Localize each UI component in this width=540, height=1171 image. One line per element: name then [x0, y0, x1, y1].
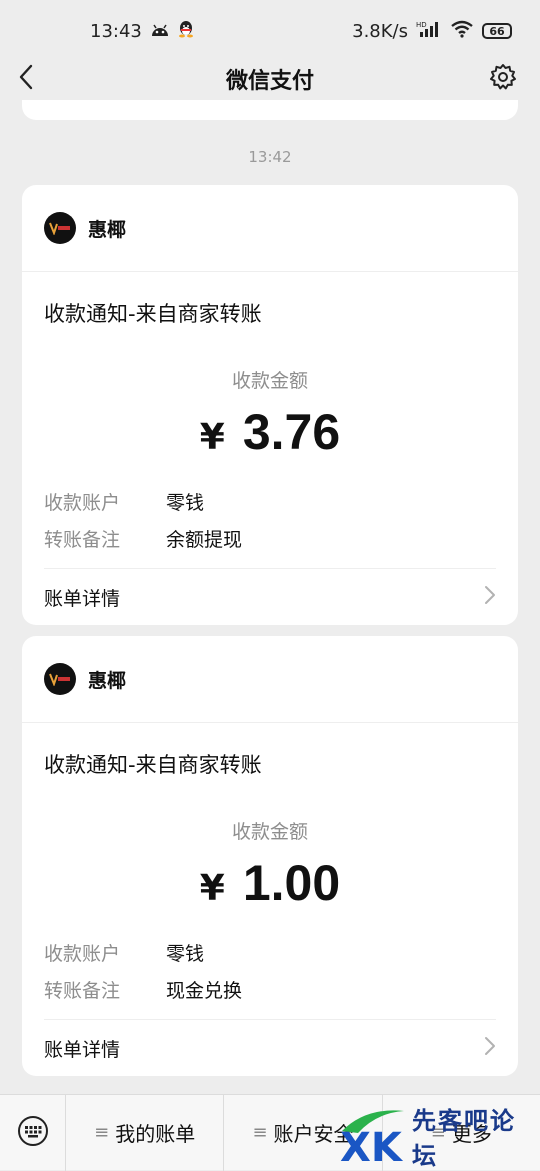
menu-account-security[interactable]: ≡ 账户安全 — [224, 1094, 383, 1171]
chevron-right-icon — [484, 1036, 496, 1061]
status-bar: 13:43 3.8K/s HD 66 — [0, 0, 540, 62]
chevron-right-icon — [484, 585, 496, 610]
menu-label: 我的账单 — [115, 1122, 196, 1146]
detail-row: 转账备注 余额提现 — [22, 520, 518, 557]
status-time: 13:43 — [90, 20, 142, 42]
keyboard-toggle-button[interactable] — [0, 1094, 66, 1171]
keyboard-icon — [17, 1115, 49, 1151]
amount-value: 3.76 — [242, 404, 341, 460]
merchant-name[interactable]: 惠椰 — [88, 215, 126, 242]
menu-more[interactable]: ≡ 更多 — [383, 1095, 540, 1171]
page-title: 微信支付 — [225, 69, 314, 94]
merchant-avatar[interactable] — [44, 663, 76, 695]
detail-row: 转账备注 现金兑换 — [22, 971, 518, 1008]
menu-lines-icon: ≡ — [430, 1122, 446, 1143]
payment-notification-card[interactable]: 惠椰 收款通知-来自商家转账 收款金额 ¥ 3.76 收款账户 零钱 转账备注 … — [22, 185, 518, 625]
notification-title: 收款通知-来自商家转账 — [44, 753, 262, 777]
menu-label: 更多 — [451, 1122, 492, 1146]
bill-details-link[interactable]: 账单详情 — [44, 1019, 496, 1076]
bottom-menu-bar: ≡ 我的账单 ≡ 账户安全 ≡ 更多 — [0, 1094, 540, 1171]
card-header[interactable]: 惠椰 — [22, 636, 518, 723]
menu-lines-icon: ≡ — [94, 1122, 110, 1143]
detail-value: 零钱 — [166, 492, 205, 514]
gear-icon — [489, 63, 517, 95]
detail-label: 转账备注 — [44, 529, 121, 551]
message-timestamp: 13:42 — [248, 148, 292, 166]
svg-text:HD: HD — [416, 21, 427, 29]
amount-display: ¥ 3.76 — [22, 403, 518, 461]
card-header[interactable]: 惠椰 — [22, 185, 518, 272]
detail-label: 收款账户 — [44, 943, 121, 965]
menu-my-bills[interactable]: ≡ 我的账单 — [66, 1094, 225, 1171]
back-button[interactable] — [18, 64, 48, 94]
amount-display: ¥ 1.00 — [22, 854, 518, 912]
detail-value: 零钱 — [166, 943, 205, 965]
bill-details-link[interactable]: 账单详情 — [44, 568, 496, 625]
settings-button[interactable] — [488, 64, 518, 94]
bill-details-label: 账单详情 — [44, 587, 121, 610]
currency-symbol: ¥ — [199, 417, 225, 458]
qq-icon — [178, 20, 194, 43]
network-speed: 3.8K/s — [352, 20, 408, 42]
detail-label: 收款账户 — [44, 492, 121, 514]
previous-card — [22, 100, 518, 120]
menu-lines-icon: ≡ — [252, 1122, 268, 1143]
battery-icon: 66 — [482, 23, 512, 39]
detail-row: 收款账户 零钱 — [22, 483, 518, 520]
notification-title: 收款通知-来自商家转账 — [44, 302, 262, 326]
detail-value: 余额提现 — [166, 529, 243, 551]
android-icon — [150, 21, 170, 42]
detail-label: 转账备注 — [44, 980, 121, 1002]
currency-symbol: ¥ — [199, 868, 225, 909]
detail-value: 现金兑换 — [166, 980, 243, 1002]
menu-label: 账户安全 — [273, 1122, 354, 1146]
wifi-icon — [450, 20, 474, 43]
nav-bar: 微信支付 — [0, 62, 540, 96]
chevron-left-icon — [18, 64, 34, 94]
detail-row: 收款账户 零钱 — [22, 934, 518, 971]
amount-value: 1.00 — [242, 855, 341, 911]
amount-label: 收款金额 — [231, 821, 308, 843]
amount-label: 收款金额 — [231, 370, 308, 392]
payment-notification-card[interactable]: 惠椰 收款通知-来自商家转账 收款金额 ¥ 1.00 收款账户 零钱 转账备注 … — [22, 636, 518, 1076]
bill-details-label: 账单详情 — [44, 1038, 121, 1061]
merchant-avatar[interactable] — [44, 212, 76, 244]
hd-signal-icon: HD — [416, 20, 442, 43]
merchant-name[interactable]: 惠椰 — [88, 666, 126, 693]
